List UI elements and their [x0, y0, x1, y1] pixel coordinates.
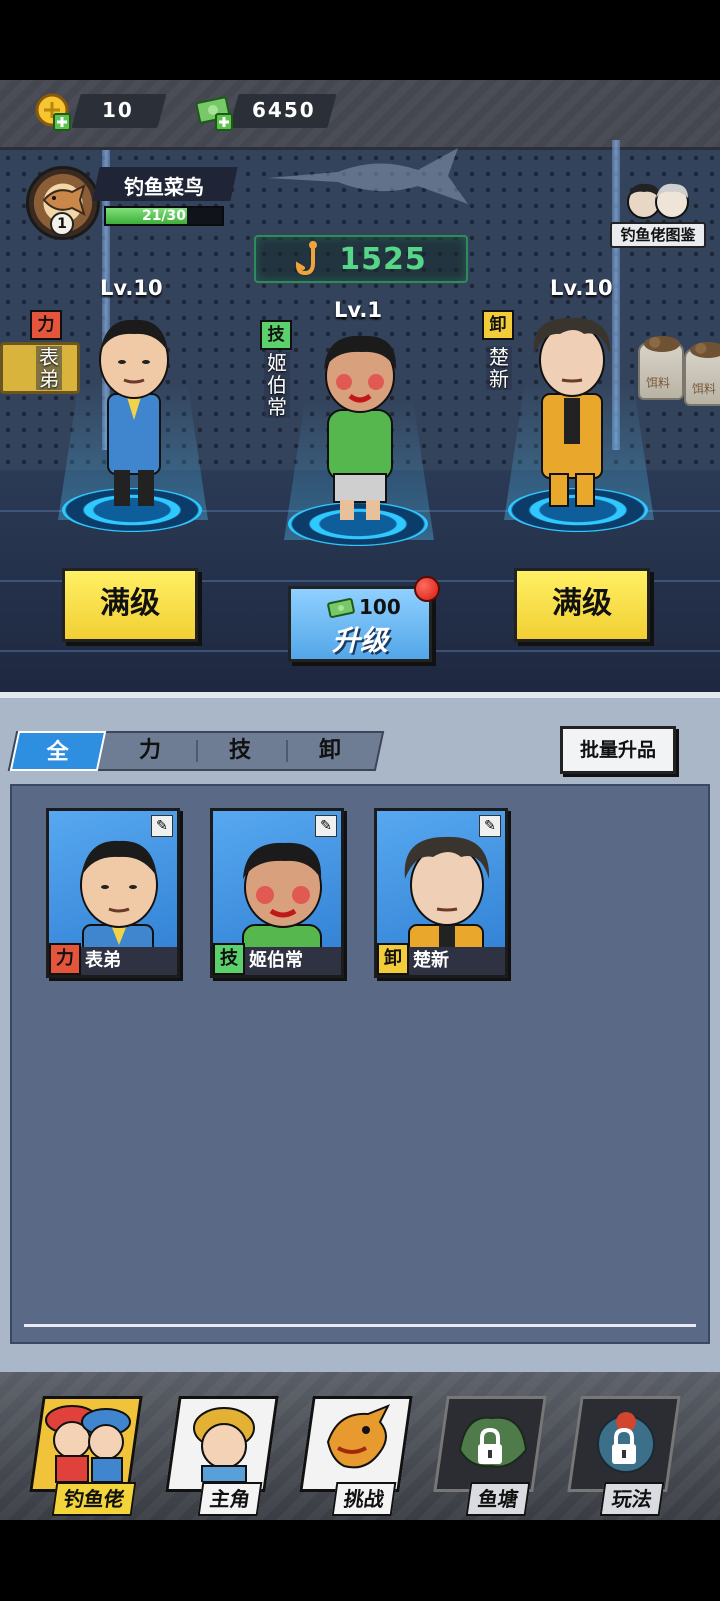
- tab-skill[interactable]: 技: [196, 731, 284, 771]
- class-badge-unload: 卸: [482, 310, 514, 340]
- player-name: 钓鱼菜鸟: [124, 175, 204, 199]
- roster-card-jibochang[interactable]: ✎ 技 姬伯常: [210, 808, 344, 978]
- nav-label: 钓鱼佬: [51, 1482, 137, 1516]
- tab-strength[interactable]: 力: [106, 731, 194, 771]
- character-vertical-name-2: 姬伯常: [264, 352, 290, 418]
- max-level-button-1[interactable]: 满级: [62, 568, 198, 642]
- character-level-3: Lv.10: [550, 276, 613, 300]
- gold-coin-icon[interactable]: [34, 92, 74, 132]
- nav-fishermen[interactable]: 钓鱼佬: [29, 1396, 143, 1516]
- batch-upgrade-button[interactable]: 批量升品: [560, 726, 676, 774]
- scroll-indicator: [24, 1324, 696, 1327]
- gold-amount: 10: [102, 98, 134, 122]
- gallery-heads-icon: [627, 183, 689, 219]
- card-class-badge: 卸: [377, 943, 409, 975]
- nav-label: 鱼塘: [465, 1482, 531, 1516]
- card-class-badge: 技: [213, 943, 245, 975]
- portrait: [80, 840, 158, 955]
- upgrade-cost: 100: [359, 595, 401, 619]
- class-badge-strength: 力: [30, 310, 62, 340]
- cash-icon[interactable]: [194, 92, 238, 132]
- card-corner-icon: ✎: [315, 815, 337, 837]
- nav-challenge[interactable]: 挑战: [299, 1396, 413, 1516]
- nav-gameplay[interactable]: 玩法: [567, 1396, 681, 1516]
- dragon-icon: [326, 1404, 391, 1469]
- nav-fishpond[interactable]: 鱼塘: [433, 1396, 547, 1516]
- upgrade-button[interactable]: 100 升级: [288, 586, 432, 662]
- score-value: 1525: [339, 241, 427, 277]
- character-biaodi[interactable]: [86, 310, 182, 510]
- upgrade-label: 升级: [331, 624, 388, 657]
- tab-unload[interactable]: 卸: [286, 731, 374, 771]
- roster-card-biaodi[interactable]: ✎ 力 表弟: [46, 808, 180, 978]
- character-level-2: Lv.1: [334, 298, 382, 322]
- portrait: [242, 842, 322, 955]
- max-level-button-3[interactable]: 满级: [514, 568, 650, 642]
- cash-icon: [327, 598, 355, 618]
- nav-label: 玩法: [599, 1482, 665, 1516]
- character-jibochang[interactable]: [312, 324, 408, 524]
- xp-text: 21/30: [141, 208, 187, 224]
- player-level-badge: 1: [50, 212, 74, 236]
- tab-all[interactable]: 全: [9, 731, 107, 771]
- cash-amount: 6450: [252, 98, 316, 122]
- swordfish-decor: [268, 148, 468, 204]
- score-sign: 1525: [254, 235, 468, 283]
- nav-label: 挑战: [331, 1482, 397, 1516]
- nav-protagonist[interactable]: 主角: [165, 1396, 279, 1516]
- card-corner-icon: ✎: [151, 815, 173, 837]
- card-name: 姬伯常: [249, 950, 303, 971]
- lock-icon: [478, 1427, 502, 1464]
- lock-icon: [612, 1427, 636, 1464]
- character-vertical-name-3: 楚新: [486, 346, 512, 390]
- fishhook-icon: [296, 241, 318, 276]
- gallery-button[interactable]: 钓鱼佬图鉴: [610, 222, 706, 248]
- roster-card-chuxin[interactable]: ✎ 卸 楚新: [374, 808, 508, 978]
- character-chuxin[interactable]: [524, 310, 620, 510]
- nav-label: 主角: [197, 1482, 263, 1516]
- card-class-badge: 力: [49, 943, 81, 975]
- xp-bar: 21/30: [104, 206, 224, 226]
- portrait: [404, 836, 490, 955]
- card-name: 楚新: [413, 950, 449, 971]
- character-vertical-name-1: 表弟: [36, 346, 62, 390]
- character-level-1: Lv.10: [100, 276, 163, 300]
- card-corner-icon: ✎: [479, 815, 501, 837]
- bait-bag: 饵料: [638, 336, 684, 400]
- notification-dot: [414, 576, 440, 602]
- fishermen-icon: [45, 1405, 131, 1483]
- class-badge-skill: 技: [260, 320, 292, 350]
- bait-bag: 饵料: [684, 342, 720, 406]
- protagonist-icon: [193, 1407, 255, 1482]
- game-screen: 饵料 饵料 1525 表 弟 姬 伯 常 楚 新 10 6450 1 钓鱼菜鸟 …: [0, 0, 720, 1601]
- card-name: 表弟: [85, 950, 121, 971]
